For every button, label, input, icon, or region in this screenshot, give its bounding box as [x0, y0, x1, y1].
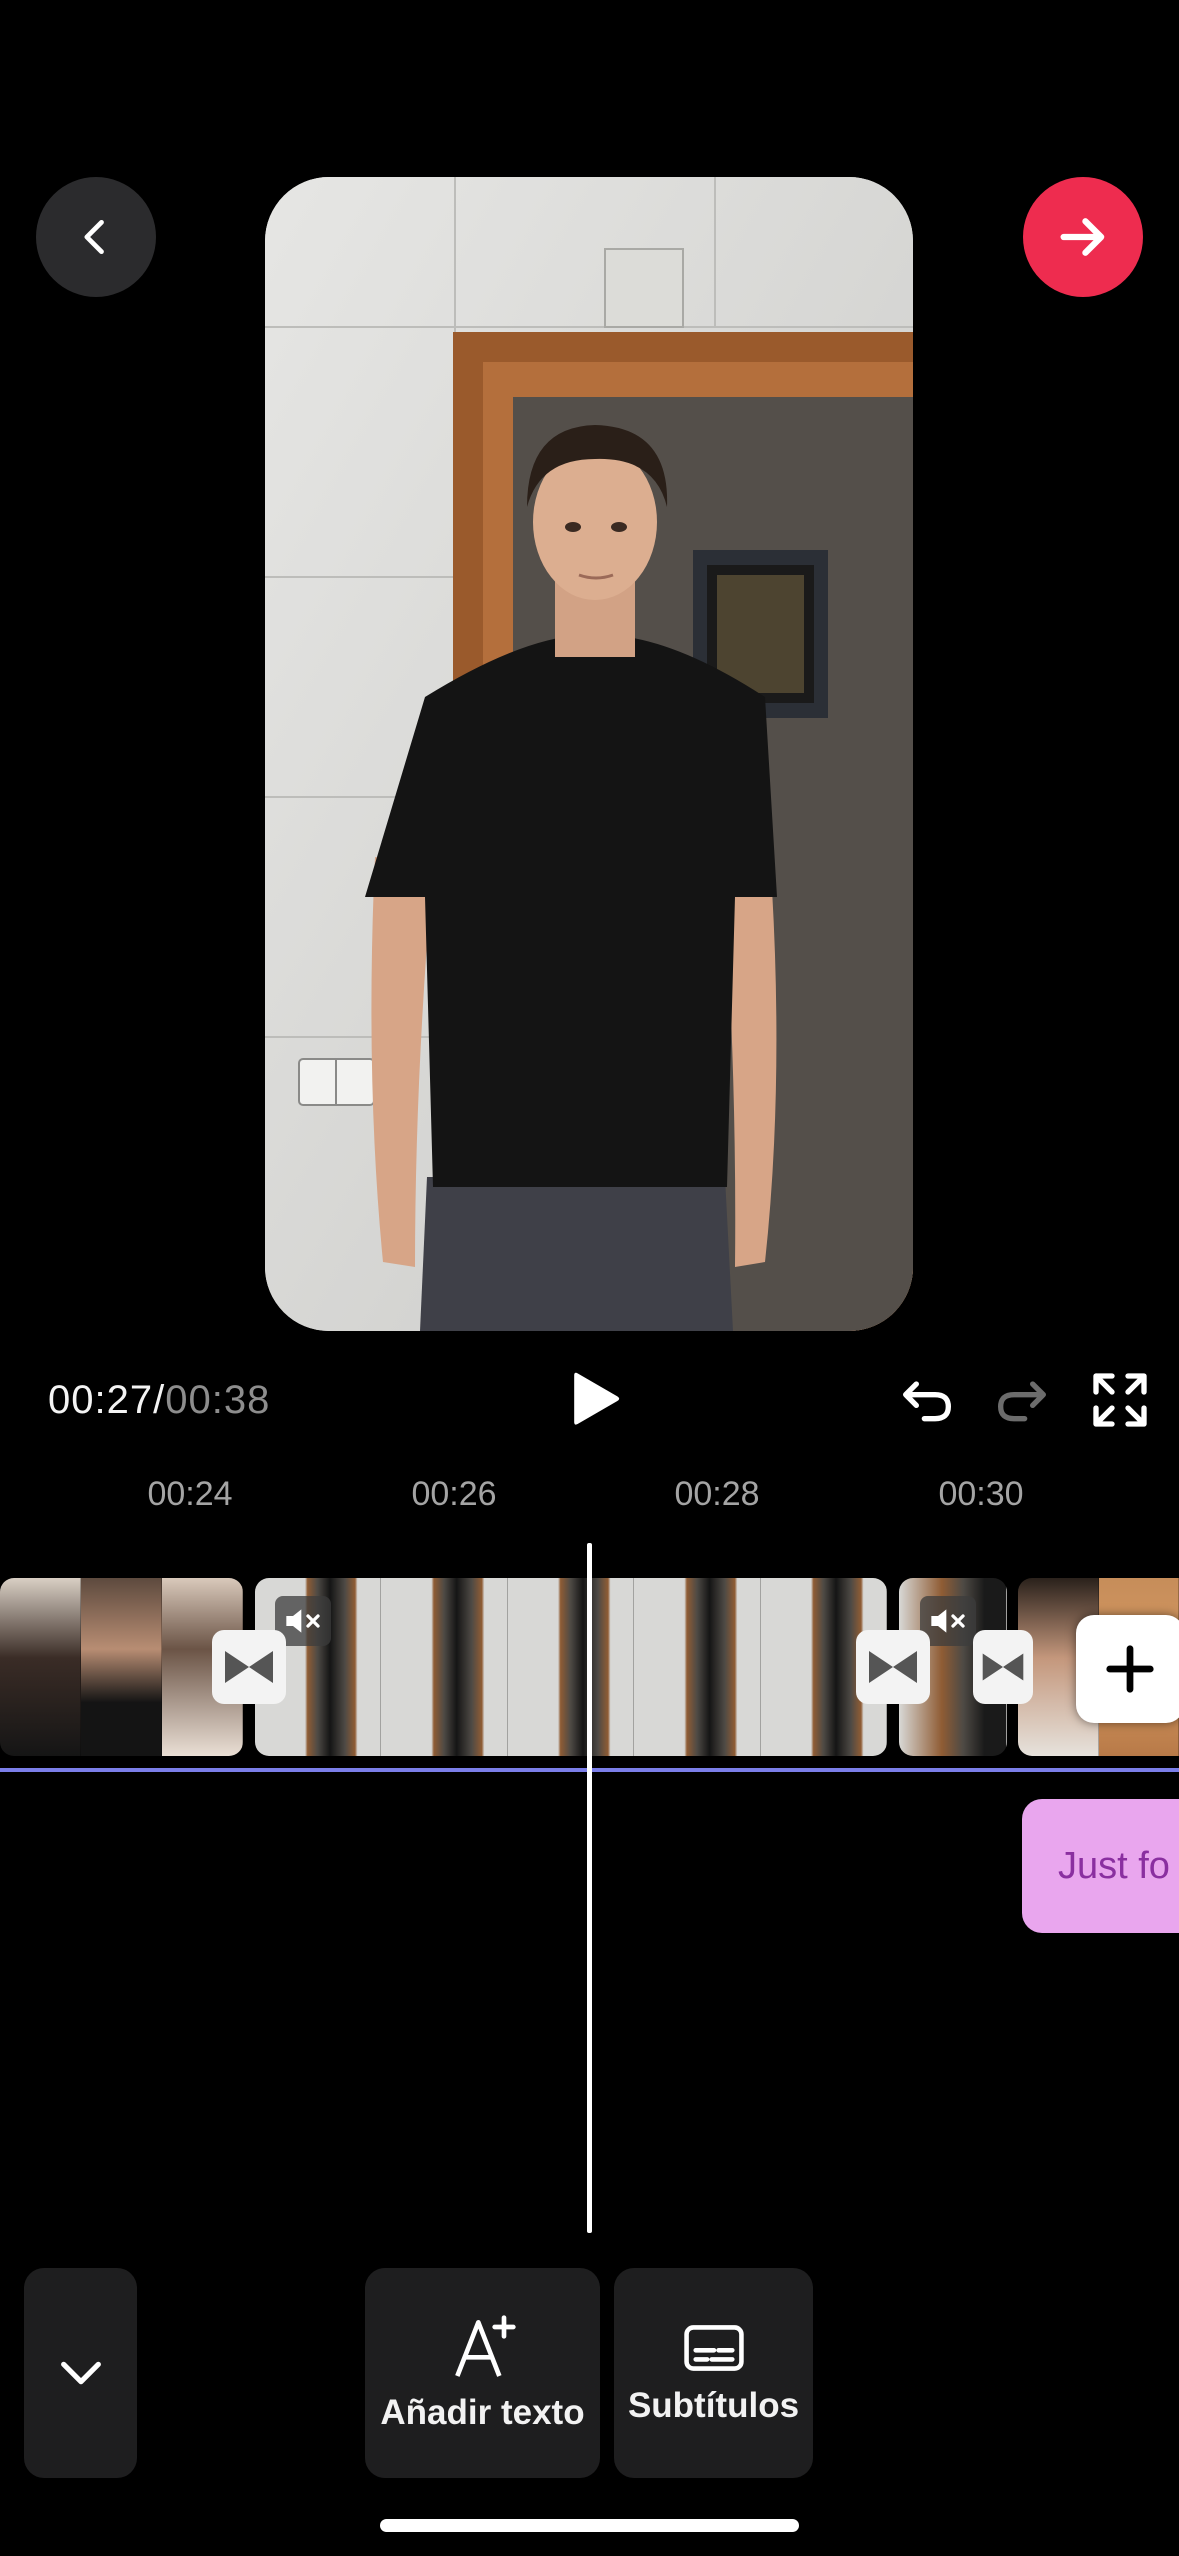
- back-button[interactable]: [36, 177, 156, 297]
- video-preview[interactable]: [265, 177, 913, 1331]
- playhead[interactable]: [587, 1543, 592, 2233]
- transition-button[interactable]: [856, 1630, 930, 1704]
- undo-button[interactable]: [895, 1368, 959, 1432]
- add-clip-button[interactable]: [1076, 1615, 1179, 1723]
- home-indicator[interactable]: [380, 2519, 799, 2532]
- clip-thumbnail: [634, 1578, 761, 1756]
- transition-icon: [869, 1651, 917, 1683]
- current-time: 00:27: [48, 1378, 154, 1422]
- text-clip[interactable]: Just fo: [1022, 1799, 1179, 1933]
- clip-thumbnail: [381, 1578, 508, 1756]
- play-button[interactable]: [560, 1365, 630, 1435]
- transition-button[interactable]: [212, 1630, 286, 1704]
- transition-icon: [225, 1651, 273, 1683]
- play-icon: [574, 1372, 620, 1425]
- ruler-tick: 00:26: [411, 1475, 497, 1513]
- fullscreen-icon: [1093, 1373, 1147, 1427]
- transition-button[interactable]: [973, 1630, 1033, 1704]
- clip-thumbnail: [507, 1578, 635, 1756]
- ruler-tick: 00:24: [147, 1475, 233, 1513]
- add-text-label: Añadir texto: [380, 2393, 585, 2432]
- clip-thumbnail: [0, 1578, 81, 1756]
- chevron-down-icon: [60, 2361, 101, 2385]
- fullscreen-button[interactable]: [1088, 1368, 1152, 1432]
- collapse-button[interactable]: [24, 2268, 137, 2478]
- subtitles-label: Subtítulos: [627, 2386, 800, 2425]
- speaker-muted-icon: [286, 1609, 320, 1633]
- arrow-right-icon: [1060, 218, 1105, 256]
- video-frame-image: [265, 177, 913, 1331]
- speaker-muted-icon: [931, 1609, 965, 1633]
- subtitles-icon: [683, 2325, 744, 2371]
- video-clip[interactable]: [255, 1578, 887, 1756]
- time-separator: /: [153, 1378, 166, 1422]
- add-text-icon: [454, 2315, 516, 2377]
- ruler-tick: 00:30: [938, 1475, 1024, 1513]
- redo-button[interactable]: [990, 1368, 1054, 1432]
- redo-icon: [998, 1381, 1046, 1422]
- undo-icon: [903, 1381, 951, 1422]
- time-display: 00:27/00:38: [48, 1378, 270, 1423]
- ruler-tick: 00:28: [674, 1475, 760, 1513]
- next-button[interactable]: [1023, 177, 1143, 297]
- total-time: 00:38: [165, 1378, 271, 1422]
- plus-icon: [1106, 1645, 1154, 1693]
- video-clip[interactable]: [0, 1578, 243, 1756]
- add-text-button[interactable]: Añadir texto: [365, 2268, 600, 2478]
- subtitles-button[interactable]: Subtítulos: [614, 2268, 813, 2478]
- transition-icon: [982, 1653, 1024, 1681]
- clip-thumbnail: [81, 1578, 162, 1756]
- chevron-left-icon: [84, 219, 104, 255]
